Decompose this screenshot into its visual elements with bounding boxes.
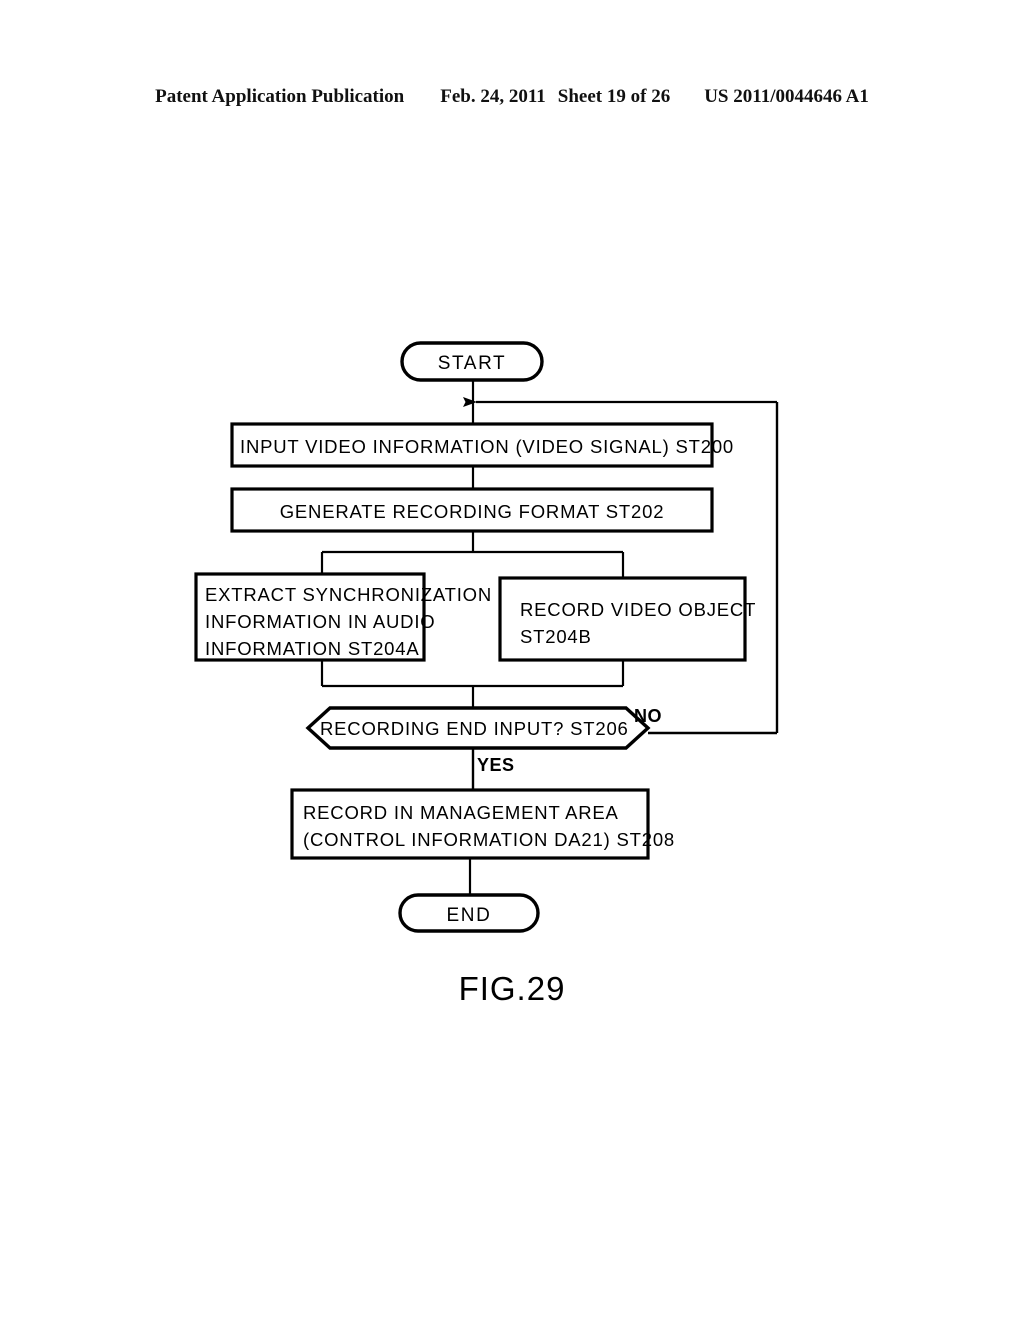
st204a-box-label-line1: EXTRACT SYNCHRONIZATION — [205, 584, 493, 605]
patent-page: Patent Application Publication Feb. 24, 2… — [0, 0, 1024, 1320]
flowchart-shapes — [194, 341, 779, 933]
st204a-box-label-line2: INFORMATION IN AUDIO — [205, 611, 436, 632]
st204a-box-label-line3: INFORMATION ST204A — [205, 638, 420, 659]
st202-box-label: GENERATE RECORDING FORMAT ST202 — [279, 501, 665, 522]
st206-decision-label: RECORDING END INPUT? ST206 — [320, 718, 629, 739]
end-terminator-label: END — [446, 905, 492, 926]
start-terminator-label: START — [437, 353, 507, 374]
flowchart-figure: START INPUT VIDEO INFORMATION (VIDEO SIG… — [0, 0, 1024, 1320]
st208-box-label-line1: RECORD IN MANAGEMENT AREA — [303, 802, 619, 823]
st204b-box-label-line1: RECORD VIDEO OBJECT — [520, 599, 757, 620]
branch-label-yes: YES — [477, 755, 515, 775]
st208-box-label-line2: (CONTROL INFORMATION DA21) ST208 — [303, 829, 676, 850]
st200-box-label: INPUT VIDEO INFORMATION (VIDEO SIGNAL) S… — [240, 436, 735, 457]
figure-caption: FIG.29 — [458, 970, 566, 1007]
st204b-box-label-line2: ST204B — [520, 626, 592, 647]
branch-label-no: NO — [634, 706, 662, 726]
